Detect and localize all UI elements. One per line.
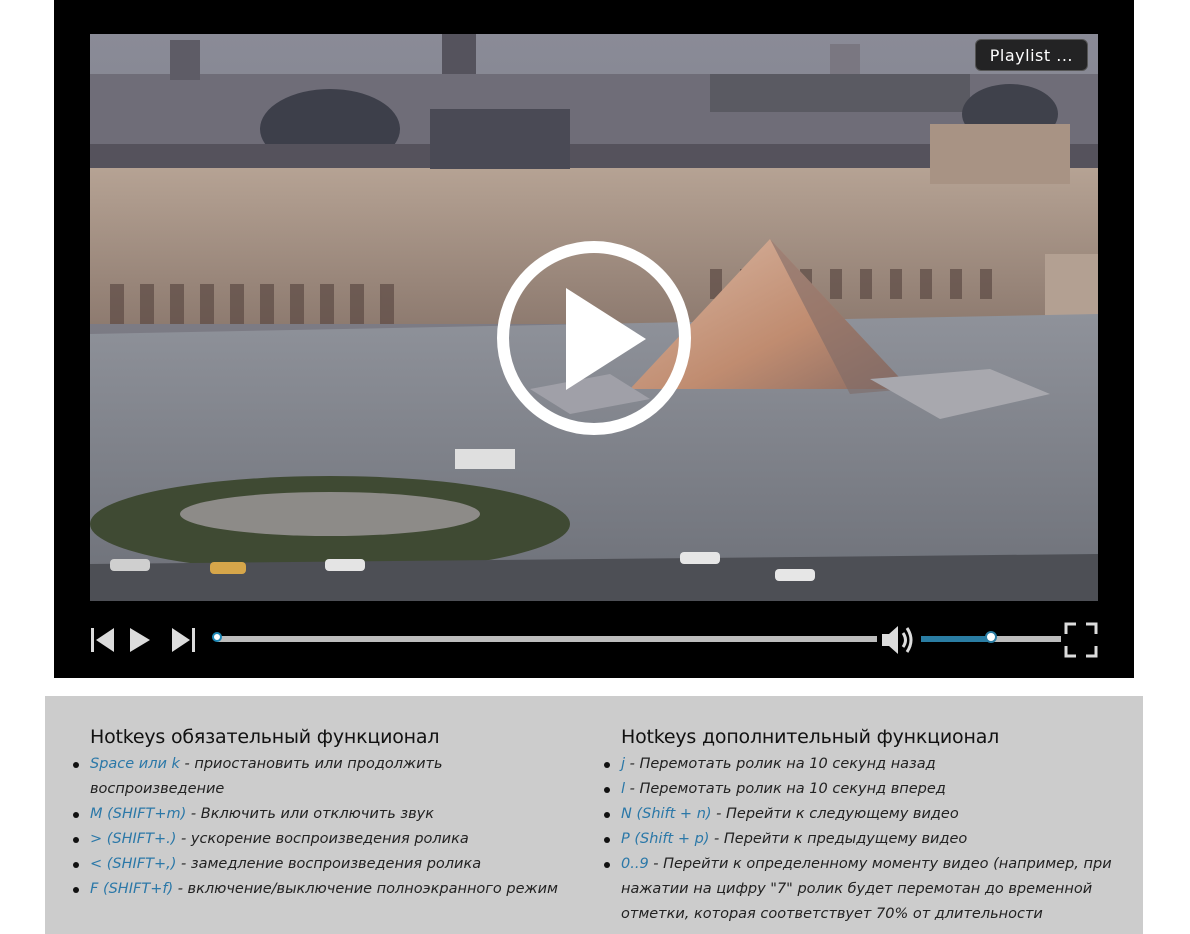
video-player: Playlist ... — [54, 0, 1134, 678]
playlist-button[interactable]: Playlist ... — [974, 39, 1088, 71]
extra-hotkeys: Hotkeys дополнительный функционал j - Пе… — [604, 726, 1131, 927]
list-item: F (SHIFT+f) - включение/выключение полно… — [73, 877, 590, 902]
play-button[interactable] — [128, 622, 152, 658]
previous-icon — [91, 628, 114, 652]
next-button[interactable] — [170, 622, 196, 658]
required-hotkeys-list: Space или k - приостановить или продолжи… — [73, 752, 590, 902]
extra-hotkeys-title: Hotkeys дополнительный функционал — [621, 726, 1000, 748]
list-item: N (Shift + n) - Перейти к следующему вид… — [604, 802, 1131, 827]
volume-handle[interactable] — [985, 631, 997, 643]
progress-bar[interactable] — [212, 632, 877, 642]
extra-hotkeys-list: j - Перемотать ролик на 10 секунд назад … — [604, 752, 1131, 927]
volume-slider[interactable] — [921, 631, 1061, 643]
play-icon — [130, 628, 150, 652]
list-item: l - Перемотать ролик на 10 секунд вперед — [604, 777, 1131, 802]
list-item: j - Перемотать ролик на 10 секунд назад — [604, 752, 1131, 777]
required-hotkeys: Hotkeys обязательный функционал Space ил… — [73, 726, 590, 902]
required-hotkeys-title: Hotkeys обязательный функционал — [90, 726, 440, 748]
list-item: < (SHIFT+,) - замедление воспроизведения… — [73, 852, 590, 877]
mute-button[interactable] — [880, 622, 916, 658]
list-item: Space или k - приостановить или продолжи… — [73, 752, 590, 802]
control-bar — [90, 620, 1098, 660]
next-icon — [172, 628, 195, 652]
volume-icon — [882, 626, 913, 654]
volume-fill — [921, 636, 991, 642]
play-circle-icon — [497, 241, 691, 435]
list-item: P (Shift + p) - Перейти к предыдущему ви… — [604, 827, 1131, 852]
list-item: M (SHIFT+m) - Включить или отключить зву… — [73, 802, 590, 827]
fullscreen-icon — [1064, 622, 1098, 658]
big-play-button[interactable] — [496, 240, 692, 436]
video-frame[interactable]: Playlist ... — [90, 34, 1098, 601]
list-item: > (SHIFT+.) - ускорение воспроизведения … — [73, 827, 590, 852]
hotkeys-panel: Hotkeys обязательный функционал Space ил… — [45, 696, 1143, 934]
progress-handle[interactable] — [212, 632, 222, 642]
fullscreen-button[interactable] — [1064, 622, 1098, 658]
previous-button[interactable] — [90, 622, 116, 658]
list-item: 0..9 - Перейти к определенному моменту в… — [604, 852, 1131, 927]
